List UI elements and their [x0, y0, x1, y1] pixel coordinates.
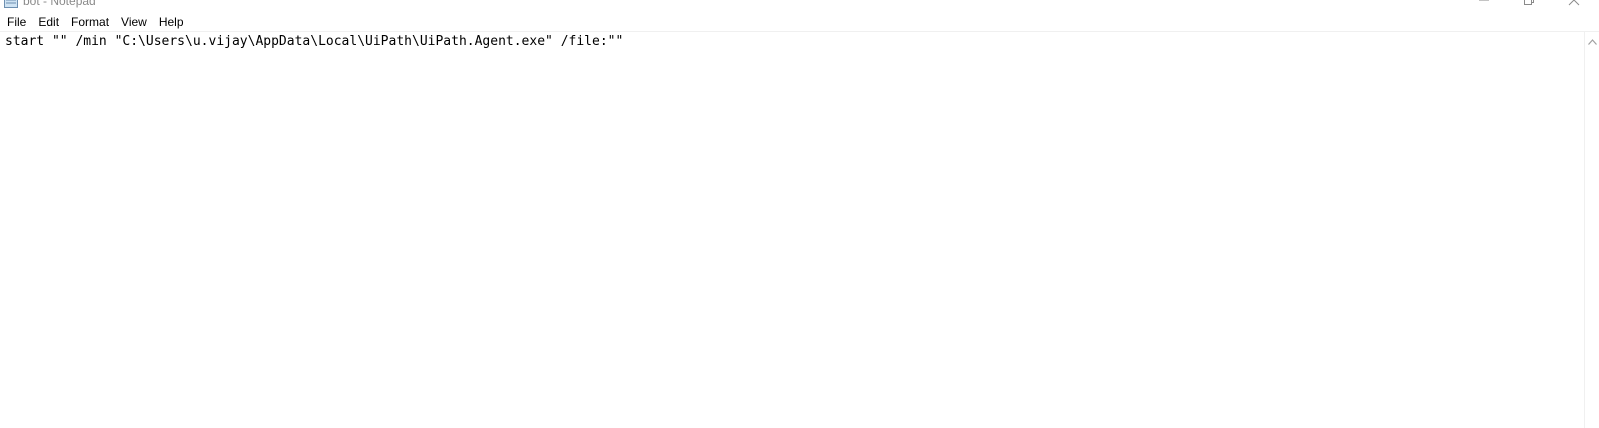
minimize-icon [1479, 0, 1489, 5]
chevron-up-icon [1588, 32, 1597, 50]
notepad-icon [4, 0, 18, 8]
text-editor[interactable]: start "" /min "C:\Users\u.vijay\AppData\… [0, 32, 1584, 428]
menu-edit[interactable]: Edit [32, 13, 65, 32]
close-icon [1568, 0, 1580, 6]
minimize-button[interactable] [1461, 0, 1507, 8]
scroll-up-button[interactable] [1585, 32, 1599, 49]
restore-button[interactable] [1506, 0, 1552, 8]
menu-file[interactable]: File [1, 13, 32, 32]
vertical-scrollbar[interactable] [1584, 32, 1599, 428]
menu-view[interactable]: View [115, 13, 153, 32]
editor-content[interactable]: start "" /min "C:\Users\u.vijay\AppData\… [5, 34, 623, 50]
menu-bar: File Edit Format View Help [0, 13, 1599, 32]
title-bar[interactable]: bot - Notepad [0, 0, 1599, 10]
menu-format[interactable]: Format [65, 13, 115, 32]
menu-help[interactable]: Help [153, 13, 190, 32]
window-title: bot - Notepad [23, 0, 96, 8]
close-button[interactable] [1551, 0, 1597, 8]
notepad-window: bot - Notepad File Edit Format View Help… [0, 0, 1599, 428]
restore-icon [1524, 0, 1534, 5]
